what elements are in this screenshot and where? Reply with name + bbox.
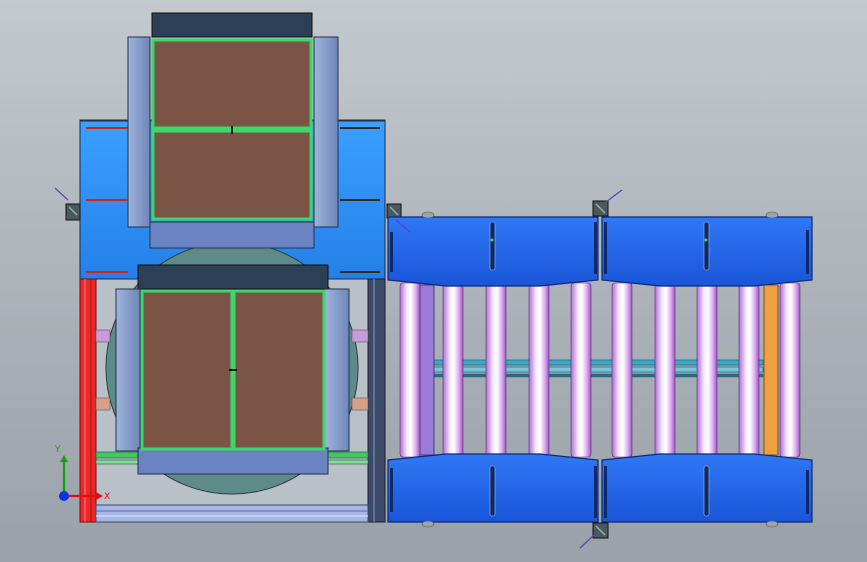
conveyor-roller[interactable] bbox=[528, 282, 550, 458]
upper-box-2[interactable] bbox=[151, 129, 313, 221]
conveyor-roller[interactable] bbox=[485, 282, 507, 458]
bottom-rail bbox=[95, 504, 369, 523]
lower-carrier[interactable] bbox=[115, 264, 350, 475]
upper-carrier[interactable] bbox=[127, 12, 339, 249]
transfer-module[interactable] bbox=[54, 12, 402, 523]
dark-frame-post bbox=[367, 278, 386, 523]
top-side-rail[interactable] bbox=[387, 216, 813, 287]
lower-box-1[interactable] bbox=[140, 289, 234, 451]
corner-bracket-icon bbox=[592, 189, 623, 217]
conveyor-roller[interactable] bbox=[696, 282, 718, 458]
x-axis-label: X bbox=[104, 492, 110, 502]
bottom-side-rail[interactable] bbox=[387, 453, 813, 523]
y-axis-label: Y bbox=[54, 445, 61, 455]
red-frame-post[interactable] bbox=[79, 278, 97, 523]
conveyor-roller[interactable] bbox=[442, 282, 464, 458]
conveyor-roller[interactable] bbox=[738, 282, 760, 458]
conveyor-roller[interactable] bbox=[570, 282, 592, 458]
conveyor-roller[interactable] bbox=[399, 282, 421, 458]
lower-box-2[interactable] bbox=[232, 289, 326, 451]
conveyor-roller[interactable] bbox=[779, 282, 801, 458]
conveyor-roller[interactable] bbox=[654, 282, 676, 458]
corner-bracket-icon bbox=[579, 522, 609, 549]
cad-viewport[interactable]: X Y bbox=[0, 0, 867, 562]
upper-box-1[interactable] bbox=[151, 38, 313, 130]
conveyor-roller[interactable] bbox=[611, 282, 633, 458]
roller-conveyor[interactable] bbox=[387, 189, 813, 549]
model-canvas[interactable]: X Y bbox=[0, 0, 867, 562]
corner-bracket-icon bbox=[386, 203, 402, 219]
corner-bracket-icon bbox=[54, 187, 81, 221]
